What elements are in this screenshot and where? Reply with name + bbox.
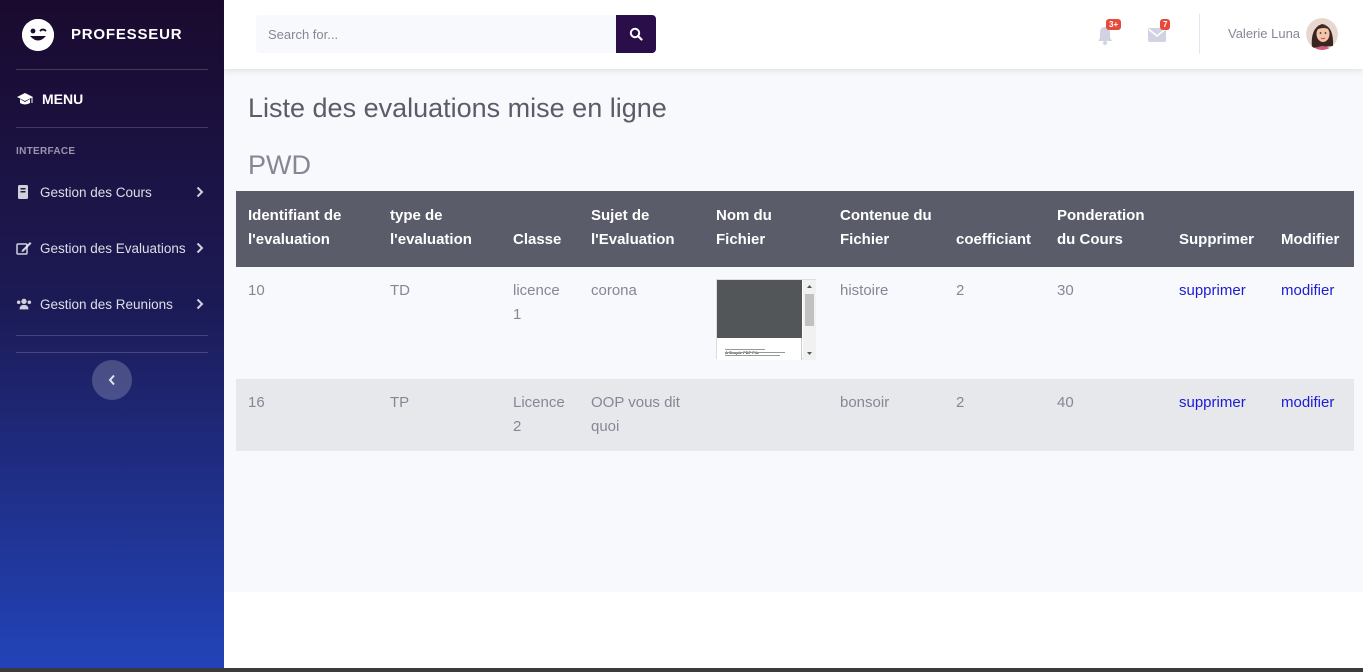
edit-icon: [16, 242, 32, 255]
edit-link[interactable]: modifier: [1281, 282, 1334, 299]
messages-badge: 7: [1160, 19, 1171, 30]
taskbar: [0, 668, 1363, 672]
cell-ponderation: 40: [1057, 394, 1074, 411]
pdf-text-line: [725, 352, 785, 353]
graduation-cap-icon: [17, 92, 33, 104]
chevron-left-icon: [108, 374, 115, 386]
delete-link[interactable]: supprimer: [1179, 394, 1246, 411]
sidebar-heading: INTERFACE: [16, 146, 76, 157]
chevron-right-icon: [196, 186, 204, 198]
user-name[interactable]: Valerie Luna: [1228, 26, 1300, 41]
pdf-viewer-toolbar: [717, 280, 802, 338]
table-row: 10 TD licence 1 corona A Simple PDF File: [236, 267, 1354, 379]
cell-id: 10: [248, 282, 265, 299]
search-icon: [629, 27, 643, 41]
page-subtitle: PWD: [248, 150, 311, 180]
cell-sujet: OOP vous dit quoi: [591, 394, 680, 435]
table-row: 16 TP Licence 2 OOP vous dit quoi bonsoi…: [236, 379, 1354, 451]
evaluations-table: Identifiant de l'evaluation type de l'ev…: [236, 191, 1354, 451]
cell-sujet: corona: [591, 282, 637, 299]
sidebar-item-reunions[interactable]: Gestion des Reunions: [0, 276, 224, 332]
alerts-dropdown[interactable]: 3+: [1096, 19, 1122, 46]
sidebar-item-cours[interactable]: Gestion des Cours: [0, 164, 224, 220]
search-button[interactable]: [616, 15, 656, 53]
sidebar: PROFESSEUR MENU INTERFACE Gestion des Co…: [0, 0, 224, 668]
cell-coef: 2: [956, 282, 965, 299]
cell-contenu: histoire: [840, 282, 889, 299]
menu-label: MENU: [42, 90, 84, 107]
pdf-text-line: [725, 355, 780, 356]
chevron-right-icon: [196, 242, 204, 254]
column-header: Ponderation du Cours: [1057, 207, 1145, 248]
search-input[interactable]: [256, 15, 616, 53]
alerts-badge: 3+: [1106, 19, 1122, 30]
pdf-preview-frame[interactable]: A Simple PDF File: [716, 279, 816, 360]
sidebar-divider: [16, 352, 208, 353]
sidebar-menu-link[interactable]: MENU: [0, 70, 224, 127]
sidebar-brand[interactable]: PROFESSEUR: [0, 0, 224, 69]
cell-ponderation: 30: [1057, 282, 1074, 299]
avatar[interactable]: [1306, 18, 1338, 50]
topbar-divider: [1199, 14, 1200, 54]
cell-fichier: A Simple PDF File: [704, 267, 828, 379]
users-icon: [16, 298, 32, 310]
cell-type: TD: [390, 282, 410, 299]
topbar: 3+ 7 Valerie Luna: [224, 0, 1363, 69]
page-title: Liste des evaluations mise en ligne: [248, 93, 667, 123]
cell-supprimer: supprimer: [1167, 267, 1269, 379]
envelope-icon: [1148, 28, 1166, 42]
cell-modifier: modifier: [1269, 379, 1354, 451]
book-icon: [18, 185, 28, 199]
column-header: coefficiant: [956, 231, 1032, 248]
cell-id: 16: [248, 394, 265, 411]
edit-link[interactable]: modifier: [1281, 394, 1334, 411]
messages-dropdown[interactable]: 7: [1148, 19, 1171, 46]
cell-contenu: bonsoir: [840, 394, 890, 411]
sidebar-item-label: Gestion des Cours: [40, 184, 152, 200]
cell-type: TP: [390, 394, 410, 411]
sidebar-item-evaluations[interactable]: Gestion des Evaluations: [0, 220, 224, 276]
cell-coef: 2: [956, 394, 965, 411]
column-header: Modifier: [1281, 231, 1340, 248]
cell-fichier: [704, 379, 828, 451]
column-header: Classe: [513, 231, 562, 248]
pdf-text-line: [725, 349, 765, 350]
column-header: Contenue du Fichier: [840, 207, 932, 248]
chevron-right-icon: [196, 298, 204, 310]
user-avatar-icon: [1306, 18, 1338, 50]
sidebar-item-label: Gestion des Evaluations: [40, 240, 186, 256]
brand-name: PROFESSEUR: [71, 26, 183, 43]
pdf-scroll-thumb[interactable]: [805, 294, 814, 326]
laugh-wink-icon: [22, 18, 54, 51]
sidebar-divider: [16, 335, 208, 336]
main-content: Liste des evaluations mise en ligne PWD …: [224, 69, 1363, 592]
column-header: Identifiant de l'evaluation: [248, 207, 342, 248]
search-form: [256, 15, 656, 53]
column-header: Sujet de l'Evaluation: [591, 207, 675, 248]
column-header: Nom du Fichier: [716, 207, 772, 248]
delete-link[interactable]: supprimer: [1179, 282, 1246, 299]
sidebar-toggle-button[interactable]: [92, 360, 132, 400]
table-header-row: Identifiant de l'evaluation type de l'ev…: [236, 191, 1354, 267]
column-header: type de l'evaluation: [390, 207, 472, 248]
pdf-page: A Simple PDF File: [717, 338, 802, 360]
sidebar-item-label: Gestion des Reunions: [40, 296, 173, 312]
cell-classe: licence 1: [513, 282, 560, 323]
cell-modifier: modifier: [1269, 267, 1354, 379]
pdf-title: A Simple PDF File: [725, 341, 759, 365]
cell-supprimer: supprimer: [1167, 379, 1269, 451]
column-header: Supprimer: [1179, 231, 1255, 248]
cell-classe: Licence 2: [513, 394, 565, 435]
